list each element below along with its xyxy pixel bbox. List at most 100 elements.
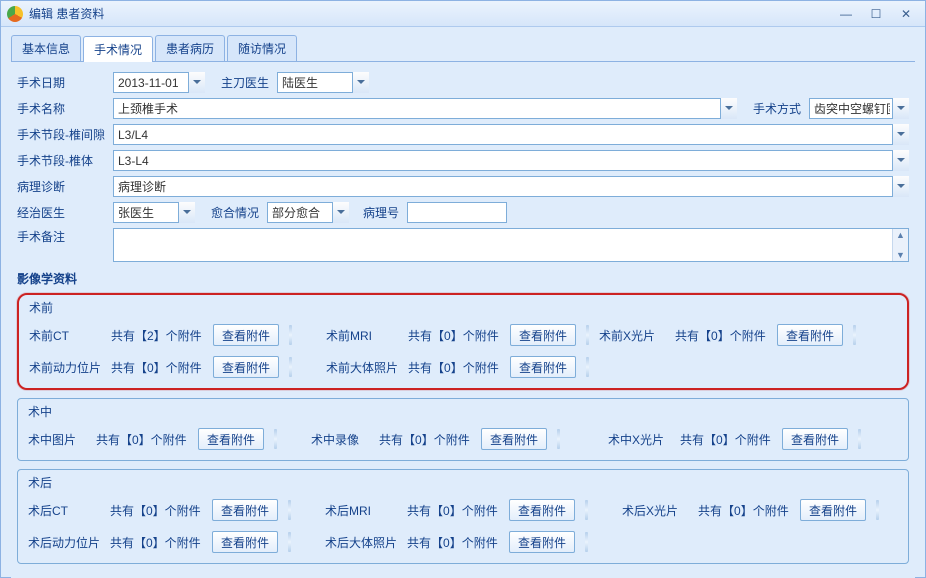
postop-xray-view-button[interactable]: 查看附件 [800, 499, 866, 521]
separator [289, 325, 292, 345]
surgery-date-dropdown-icon[interactable] [188, 72, 205, 93]
postop-group: 术后 术后CT 共有【0】个附件 查看附件 术后MRI 共有【0】个附件 查看附… [17, 469, 909, 564]
imaging-heading: 影像学资料 [17, 270, 909, 287]
separator [585, 500, 588, 520]
postop-dyn-count: 共有【0】个附件 [110, 534, 202, 551]
tab-medical-record[interactable]: 患者病历 [155, 35, 225, 61]
intraop-pic-count: 共有【0】个附件 [96, 431, 188, 448]
postop-gross-view-button[interactable]: 查看附件 [509, 531, 575, 553]
postop-xray-count: 共有【0】个附件 [698, 502, 790, 519]
separator [288, 532, 291, 552]
tab-surgery-info[interactable]: 手术情况 [83, 36, 153, 62]
segment-body-label: 手术节段-椎体 [17, 152, 109, 169]
pathno-label: 病理号 [353, 204, 403, 221]
surgery-name-label: 手术名称 [17, 100, 109, 117]
surgery-method-dropdown-icon[interactable] [892, 98, 909, 119]
app-icon [7, 6, 23, 22]
separator [586, 325, 589, 345]
postop-mri-view-button[interactable]: 查看附件 [509, 499, 575, 521]
postop-xray-label: 术后X光片 [622, 502, 688, 519]
tab-followup[interactable]: 随访情况 [227, 35, 297, 61]
scroll-down-icon[interactable]: ▼ [896, 249, 905, 261]
postop-title: 术后 [28, 474, 898, 491]
surgery-method-label: 手术方式 [741, 100, 805, 117]
content-area: 基本信息 手术情况 患者病历 随访情况 手术日期 主刀医生 [1, 27, 925, 578]
intraop-video-label: 术中录像 [311, 431, 369, 448]
attending-label: 经治医生 [17, 204, 109, 221]
minimize-button[interactable]: — [833, 6, 859, 22]
preop-ct-count: 共有【2】个附件 [111, 327, 203, 344]
preop-gross-count: 共有【0】个附件 [408, 359, 500, 376]
preop-ct-label: 术前CT [29, 327, 101, 344]
separator [876, 500, 879, 520]
pathology-dropdown-icon[interactable] [892, 176, 909, 197]
tab-basic-info[interactable]: 基本信息 [11, 35, 81, 61]
segment-gap-label: 手术节段-椎间隙 [17, 126, 109, 143]
segment-body-input[interactable] [113, 150, 909, 171]
notes-textarea[interactable] [114, 229, 892, 261]
app-window: 编辑 患者资料 — ☐ ✕ 基本信息 手术情况 患者病历 随访情况 手术日期 主… [0, 0, 926, 578]
window-controls: — ☐ ✕ [833, 6, 919, 22]
preop-gross-label: 术前大体照片 [326, 359, 398, 376]
separator [288, 500, 291, 520]
postop-dyn-label: 术后动力位片 [28, 534, 100, 551]
preop-ct-view-button[interactable]: 查看附件 [213, 324, 279, 346]
segment-gap-input[interactable] [113, 124, 909, 145]
preop-xray-count: 共有【0】个附件 [675, 327, 767, 344]
preop-xray-label: 术前X光片 [599, 327, 665, 344]
preop-xray-view-button[interactable]: 查看附件 [777, 324, 843, 346]
intraop-xray-label: 术中X光片 [608, 431, 670, 448]
scroll-up-icon[interactable]: ▲ [896, 229, 905, 241]
intraop-pic-view-button[interactable]: 查看附件 [198, 428, 264, 450]
intraop-xray-count: 共有【0】个附件 [680, 431, 772, 448]
postop-ct-count: 共有【0】个附件 [110, 502, 202, 519]
intraop-video-count: 共有【0】个附件 [379, 431, 471, 448]
postop-mri-label: 术后MRI [325, 502, 397, 519]
titlebar: 编辑 患者资料 — ☐ ✕ [1, 1, 925, 27]
window-title: 编辑 患者资料 [29, 5, 104, 22]
separator [585, 532, 588, 552]
separator [289, 357, 292, 377]
surgeon-label: 主刀医生 [209, 74, 273, 91]
surgeon-dropdown-icon[interactable] [352, 72, 369, 93]
separator [586, 357, 589, 377]
pathno-input[interactable] [407, 202, 507, 223]
postop-dyn-view-button[interactable]: 查看附件 [212, 531, 278, 553]
postop-gross-label: 术后大体照片 [325, 534, 397, 551]
postop-ct-label: 术后CT [28, 502, 100, 519]
segment-gap-dropdown-icon[interactable] [892, 124, 909, 145]
postop-gross-count: 共有【0】个附件 [407, 534, 499, 551]
intraop-group: 术中 术中图片 共有【0】个附件 查看附件 术中录像 共有【0】个附件 查看附件… [17, 398, 909, 461]
intraop-xray-view-button[interactable]: 查看附件 [782, 428, 848, 450]
intraop-pic-label: 术中图片 [28, 431, 86, 448]
surgery-name-dropdown-icon[interactable] [720, 98, 737, 119]
close-button[interactable]: ✕ [893, 6, 919, 22]
notes-scrollbar[interactable]: ▲ ▼ [892, 229, 908, 261]
separator [858, 429, 861, 449]
preop-title: 术前 [29, 299, 897, 316]
segment-body-dropdown-icon[interactable] [892, 150, 909, 171]
preop-mri-label: 术前MRI [326, 327, 398, 344]
preop-mri-view-button[interactable]: 查看附件 [510, 324, 576, 346]
notes-wrapper: ▲ ▼ [113, 228, 909, 262]
preop-group: 术前 术前CT 共有【2】个附件 查看附件 术前MRI 共有【0】个附件 查看附… [17, 293, 909, 390]
separator [274, 429, 277, 449]
preop-dyn-label: 术前动力位片 [29, 359, 101, 376]
healing-dropdown-icon[interactable] [332, 202, 349, 223]
postop-mri-count: 共有【0】个附件 [407, 502, 499, 519]
preop-dyn-view-button[interactable]: 查看附件 [213, 356, 279, 378]
attending-dropdown-icon[interactable] [178, 202, 195, 223]
surgery-date-label: 手术日期 [17, 74, 109, 91]
intraop-video-view-button[interactable]: 查看附件 [481, 428, 547, 450]
pathology-label: 病理诊断 [17, 178, 109, 195]
postop-ct-view-button[interactable]: 查看附件 [212, 499, 278, 521]
tabs: 基本信息 手术情况 患者病历 随访情况 [11, 35, 915, 62]
intraop-title: 术中 [28, 403, 898, 420]
preop-mri-count: 共有【0】个附件 [408, 327, 500, 344]
notes-label: 手术备注 [17, 228, 109, 245]
preop-gross-view-button[interactable]: 查看附件 [510, 356, 576, 378]
maximize-button[interactable]: ☐ [863, 6, 889, 22]
surgery-name-input[interactable] [113, 98, 737, 119]
separator [853, 325, 856, 345]
pathology-input[interactable] [113, 176, 909, 197]
